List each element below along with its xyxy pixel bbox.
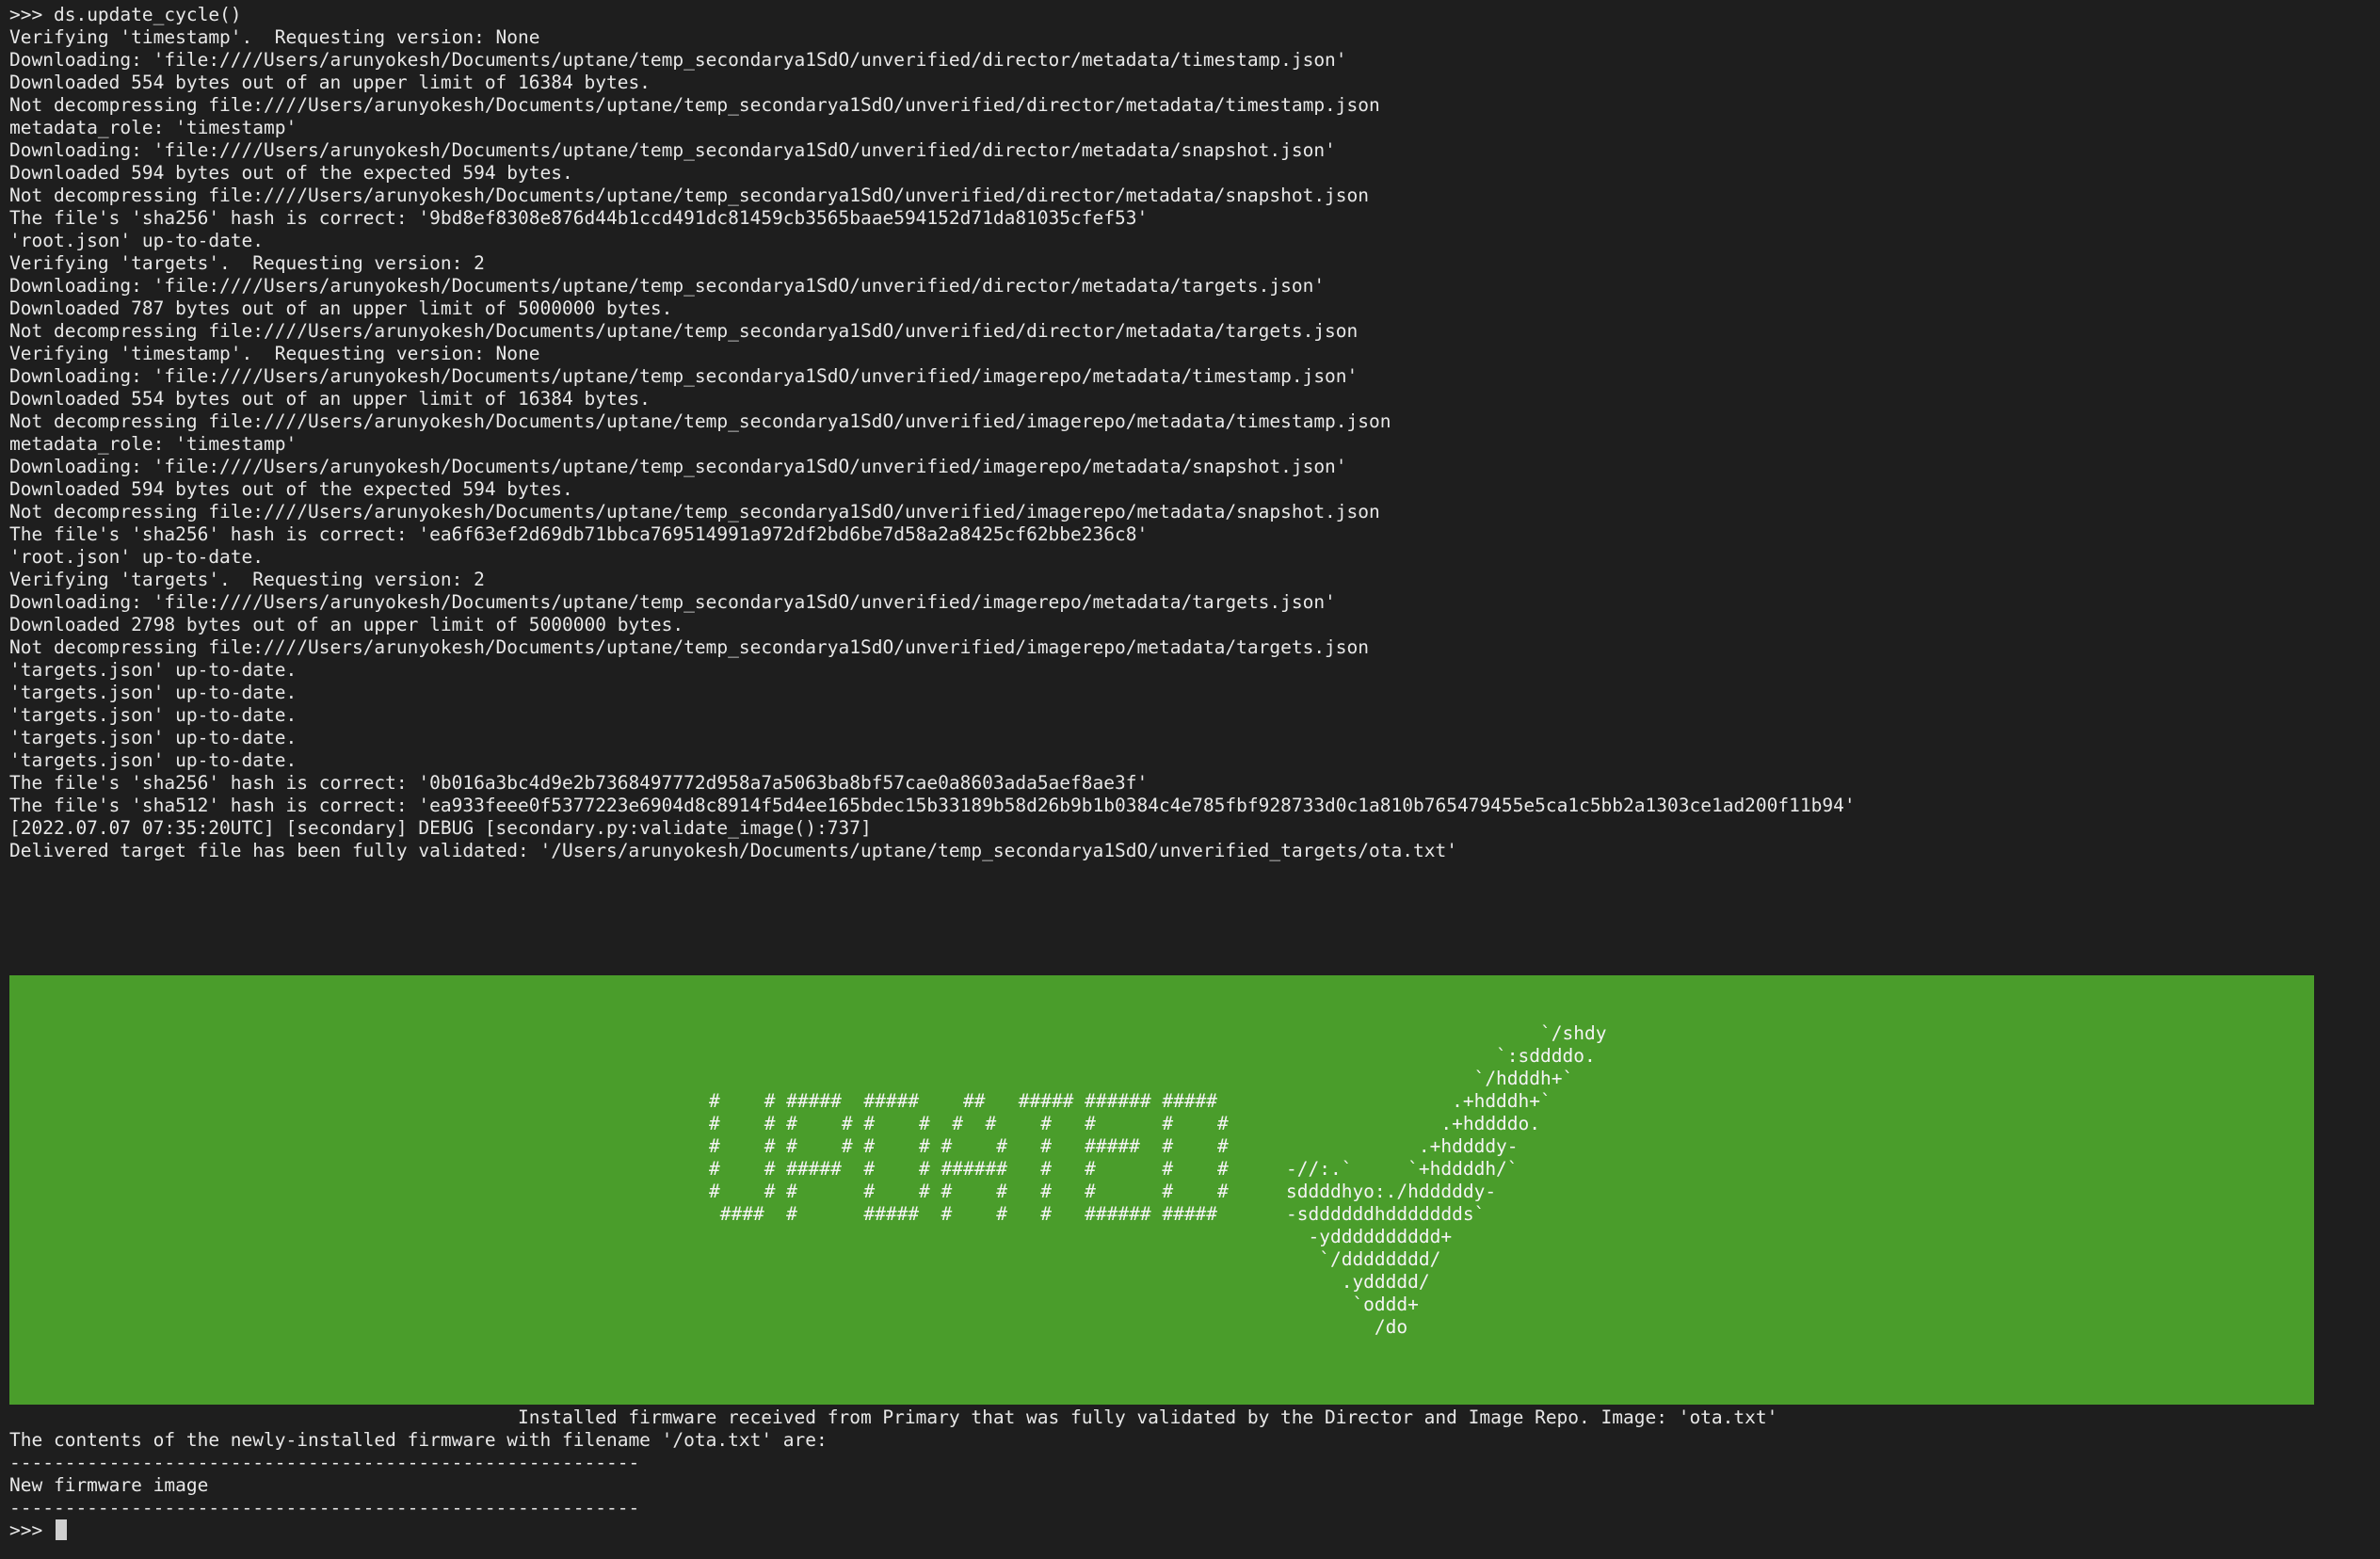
- log-line: Not decompressing file:////Users/arunyok…: [9, 185, 1370, 206]
- ascii-art-line: # # # # # # # # # ##### # #: [709, 1135, 1229, 1157]
- log-line: metadata_role: 'timestamp': [9, 117, 298, 138]
- log-line: [2022.07.07 07:35:20UTC] [secondary] DEB…: [9, 817, 872, 839]
- log-line: Not decompressing file:////Users/arunyok…: [9, 320, 1359, 342]
- firmware-contents-header: The contents of the newly-installed firm…: [9, 1429, 828, 1451]
- log-line: Downloading: 'file:////Users/arunyokesh/…: [9, 591, 1336, 613]
- separator-line: ----------------------------------------…: [9, 1452, 640, 1473]
- log-line: Delivered target file has been fully val…: [9, 840, 1457, 861]
- log-line: Downloaded 594 bytes out of the expected…: [9, 478, 573, 500]
- log-line: The file's 'sha256' hash is correct: '9b…: [9, 207, 1149, 229]
- logo-art-line: .yddddd/: [1286, 1271, 1430, 1293]
- logo-art-line: .+hddddo.: [1286, 1113, 1541, 1134]
- log-line: The file's 'sha512' hash is correct: 'ea…: [9, 795, 1856, 816]
- log-line: The file's 'sha256' hash is correct: '0b…: [9, 772, 1149, 794]
- log-line: Not decompressing file:////Users/arunyok…: [9, 94, 1380, 116]
- log-line: 'targets.json' up-to-date.: [9, 727, 298, 748]
- log-line: Not decompressing file:////Users/arunyok…: [9, 410, 1391, 432]
- log-line: Downloaded 787 bytes out of an upper lim…: [9, 297, 673, 319]
- log-line: Not decompressing file:////Users/arunyok…: [9, 636, 1370, 658]
- logo-art-line: -ydddddddddd+: [1286, 1226, 1453, 1247]
- log-line: Downloading: 'file:////Users/arunyokesh/…: [9, 139, 1336, 161]
- logo-art-line: `oddd+: [1286, 1294, 1419, 1315]
- log-line: 'root.json' up-to-date.: [9, 546, 265, 568]
- log-line: metadata_role: 'timestamp': [9, 433, 298, 455]
- ascii-art-line: # # # # # # # # # # #: [709, 1181, 1229, 1202]
- log-line: Downloaded 554 bytes out of an upper lim…: [9, 72, 651, 93]
- log-line: Downloading: 'file:////Users/arunyokesh/…: [9, 365, 1359, 387]
- log-line: 'root.json' up-to-date.: [9, 230, 265, 251]
- prompt-symbol: >>>: [9, 4, 54, 25]
- ascii-art-line: #### # ##### # # # ###### #####: [709, 1203, 1218, 1225]
- command-prompt[interactable]: >>>: [9, 1519, 67, 1542]
- log-line: 'targets.json' up-to-date.: [9, 704, 298, 726]
- logo-art-line: .+hdddh+`: [1286, 1090, 1552, 1112]
- ascii-art-line: # # ##### ##### ## ##### ###### #####: [709, 1090, 1218, 1112]
- firmware-content-text: New firmware image: [9, 1474, 209, 1496]
- log-line: 'targets.json' up-to-date.: [9, 682, 298, 703]
- logo-art-line: `/dddddddd/: [1286, 1248, 1441, 1270]
- logo-art-line: /do: [1286, 1316, 1408, 1338]
- terminal-window[interactable]: >>> ds.update_cycle() Verifying 'timestam…: [0, 0, 2380, 1559]
- log-line: Verifying 'targets'. Requesting version:…: [9, 569, 485, 590]
- log-line: Downloading: 'file:////Users/arunyokesh/…: [9, 275, 1326, 297]
- log-line: Verifying 'targets'. Requesting version:…: [9, 252, 485, 274]
- prompt-symbol: >>>: [9, 1519, 54, 1541]
- log-line: 'targets.json' up-to-date.: [9, 659, 298, 681]
- logo-art-line: sddddhyo:./hdddddy-: [1286, 1181, 1497, 1202]
- log-line: Not decompressing file:////Users/arunyok…: [9, 501, 1380, 522]
- text-cursor: [55, 1519, 67, 1540]
- log-line: The file's 'sha256' hash is correct: 'ea…: [9, 523, 1149, 545]
- command-line: >>> ds.update_cycle(): [9, 4, 242, 26]
- log-line: Downloaded 2798 bytes out of an upper li…: [9, 614, 684, 635]
- logo-art-line: .+hddddy-: [1286, 1135, 1519, 1157]
- logo-art-line: -sddddddhddddddds`: [1286, 1203, 1486, 1225]
- installed-firmware-message: Installed firmware received from Primary…: [518, 1406, 1778, 1428]
- log-line: Verifying 'timestamp'. Requesting versio…: [9, 343, 540, 364]
- log-line: Downloaded 594 bytes out of the expected…: [9, 162, 573, 184]
- log-line: Verifying 'timestamp'. Requesting versio…: [9, 26, 540, 48]
- logo-art-line: `/shdy: [1286, 1022, 1607, 1044]
- log-line: 'targets.json' up-to-date.: [9, 749, 298, 771]
- log-line: Downloaded 554 bytes out of an upper lim…: [9, 388, 651, 410]
- logo-art-line: -//:.` `+hddddh/`: [1286, 1158, 1519, 1180]
- logo-art-line: `/hdddh+`: [1286, 1068, 1574, 1089]
- log-line: Downloading: 'file:////Users/arunyokesh/…: [9, 456, 1347, 477]
- command-text: ds.update_cycle(): [53, 4, 242, 25]
- separator-line: ----------------------------------------…: [9, 1497, 640, 1519]
- update-success-banner: # # ##### ##### ## ##### ###### ##### # #…: [9, 975, 2314, 1405]
- log-line: Downloading: 'file:////Users/arunyokesh/…: [9, 49, 1347, 71]
- logo-art-line: `:sddddo.: [1286, 1045, 1596, 1067]
- ascii-art-line: # # ##### # # ###### # # # #: [709, 1158, 1229, 1180]
- ascii-art-line: # # # # # # # # # # # #: [709, 1113, 1229, 1134]
